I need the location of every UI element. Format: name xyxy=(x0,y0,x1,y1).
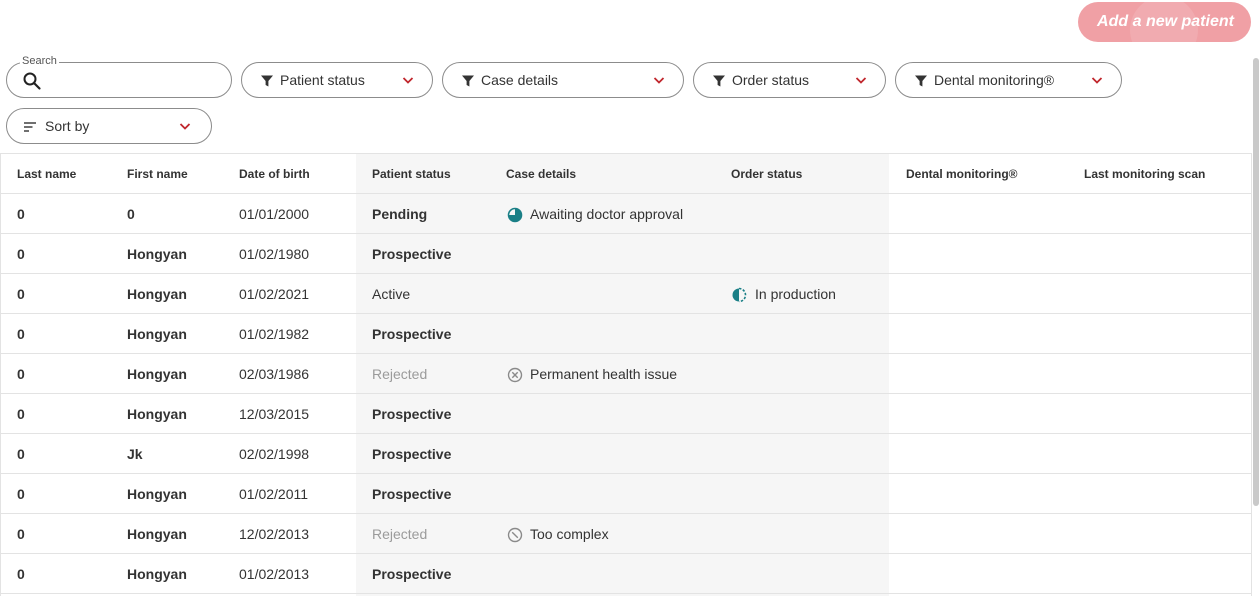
filter-patient-status[interactable]: Patient status xyxy=(241,62,433,98)
sort-label: Sort by xyxy=(45,118,90,134)
search-icon xyxy=(23,72,41,90)
cell-patient-status: Prospective xyxy=(372,566,452,582)
cell-last-name: 0 xyxy=(17,326,25,342)
cell-case-details: Awaiting doctor approval xyxy=(530,206,684,222)
cell-patient-status: Active xyxy=(372,286,411,302)
filter-label: Dental monitoring® xyxy=(934,72,1055,88)
cell-first-name: Hongyan xyxy=(127,246,187,262)
header-order-status[interactable]: Order status xyxy=(731,167,802,181)
vertical-scrollbar[interactable] xyxy=(1253,58,1259,506)
search-input[interactable] xyxy=(49,69,219,91)
add-new-patient-button[interactable]: Add a new patient xyxy=(1078,2,1251,42)
cell-first-name: Hongyan xyxy=(127,286,187,302)
header-last-name[interactable]: Last name xyxy=(17,167,76,181)
table-row[interactable] xyxy=(0,394,1252,434)
filter-label: Patient status xyxy=(280,72,365,88)
filter-dental-monitoring[interactable]: Dental monitoring® xyxy=(895,62,1122,98)
table-row[interactable] xyxy=(0,554,1252,594)
filter-label: Order status xyxy=(732,72,810,88)
filter-icon xyxy=(462,75,474,87)
filter-case-details[interactable]: Case details xyxy=(442,62,684,98)
table-row[interactable] xyxy=(0,474,1252,514)
cell-last-name: 0 xyxy=(17,406,25,422)
cell-date-of-birth: 01/01/2000 xyxy=(239,206,310,222)
filter-icon xyxy=(261,75,273,87)
cell-first-name: Hongyan xyxy=(127,326,187,342)
pie-clock-icon xyxy=(507,207,523,223)
add-new-patient-label: Add a new patient xyxy=(1097,13,1234,30)
cell-first-name: Hongyan xyxy=(127,566,187,582)
cell-first-name: Hongyan xyxy=(127,366,187,382)
cell-last-name: 0 xyxy=(17,566,25,582)
cell-patient-status: Rejected xyxy=(372,366,428,382)
search-box[interactable]: Search xyxy=(6,55,232,98)
cell-first-name: Hongyan xyxy=(127,486,187,502)
cell-last-name: 0 xyxy=(17,446,25,462)
chevron-down-icon xyxy=(179,123,191,130)
cell-first-name: Hongyan xyxy=(127,406,187,422)
cell-patient-status: Prospective xyxy=(372,446,452,462)
sort-icon xyxy=(24,122,36,132)
cell-first-name: 0 xyxy=(127,206,135,222)
header-first-name[interactable]: First name xyxy=(127,167,188,181)
cell-date-of-birth: 01/02/1982 xyxy=(239,326,310,342)
header-patient-status[interactable]: Patient status xyxy=(372,167,451,181)
cell-last-name: 0 xyxy=(17,526,25,542)
cell-patient-status: Prospective xyxy=(372,246,452,262)
cell-last-name: 0 xyxy=(17,486,25,502)
cell-date-of-birth: 01/02/2021 xyxy=(239,286,310,302)
cell-first-name: Hongyan xyxy=(127,526,187,542)
cell-date-of-birth: 12/02/2013 xyxy=(239,526,310,542)
half-circle-icon xyxy=(731,287,747,303)
chevron-down-icon xyxy=(1091,77,1103,84)
filter-icon xyxy=(915,75,927,87)
header-case-details[interactable]: Case details xyxy=(506,167,576,181)
table-row[interactable] xyxy=(0,434,1252,474)
cell-date-of-birth: 02/03/1986 xyxy=(239,366,310,382)
cell-patient-status: Rejected xyxy=(372,526,428,542)
cell-order-status: In production xyxy=(755,286,836,302)
cell-last-name: 0 xyxy=(17,286,25,302)
cell-first-name: Jk xyxy=(127,446,143,462)
table-row[interactable] xyxy=(0,314,1252,354)
cell-last-name: 0 xyxy=(17,366,25,382)
cell-date-of-birth: 01/02/2013 xyxy=(239,566,310,582)
chevron-down-icon xyxy=(653,77,665,84)
cell-patient-status: Prospective xyxy=(372,486,452,502)
cell-date-of-birth: 01/02/2011 xyxy=(239,486,309,502)
cell-date-of-birth: 01/02/1980 xyxy=(239,246,310,262)
cell-last-name: 0 xyxy=(17,246,25,262)
slash-circle-icon xyxy=(507,527,523,543)
cell-patient-status: Prospective xyxy=(372,326,452,342)
filter-label: Case details xyxy=(481,72,559,88)
cell-last-name: 0 xyxy=(17,206,25,222)
cell-date-of-birth: 02/02/1998 xyxy=(239,446,310,462)
cell-date-of-birth: 12/03/2015 xyxy=(239,406,310,422)
header-last-monitoring-scan[interactable]: Last monitoring scan xyxy=(1084,167,1205,181)
filter-icon xyxy=(713,75,725,87)
search-label: Search xyxy=(20,55,59,67)
header-date-of-birth[interactable]: Date of birth xyxy=(239,167,310,181)
cell-patient-status: Pending xyxy=(372,206,428,222)
cell-case-details: Permanent health issue xyxy=(530,366,678,382)
header-dental-monitoring[interactable]: Dental monitoring® xyxy=(906,167,1018,181)
table-row[interactable] xyxy=(0,274,1252,314)
table-row[interactable] xyxy=(0,234,1252,274)
table-row[interactable] xyxy=(0,514,1252,554)
cell-case-details: Too complex xyxy=(530,526,609,542)
x-circle-icon xyxy=(507,367,523,383)
chevron-down-icon xyxy=(402,77,414,84)
sort-by-select[interactable]: Sort by xyxy=(6,108,212,144)
filter-order-status[interactable]: Order status xyxy=(693,62,886,98)
chevron-down-icon xyxy=(855,77,867,84)
cell-patient-status: Prospective xyxy=(372,406,452,422)
